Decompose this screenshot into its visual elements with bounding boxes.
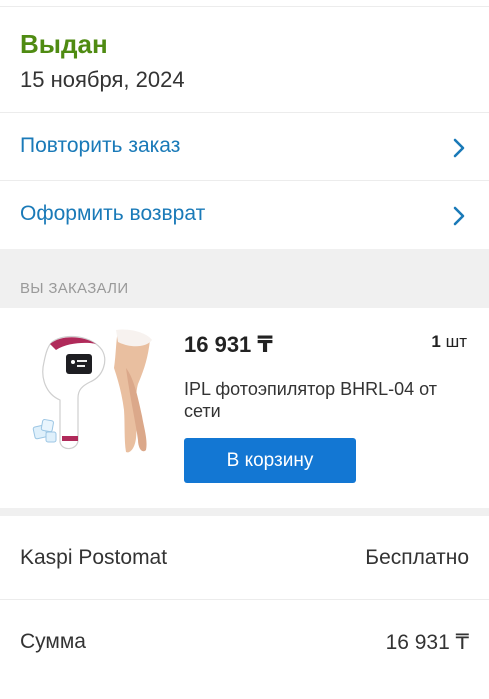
repeat-order-button[interactable]: Повторить заказ — [0, 112, 489, 180]
ordered-section-label: ВЫ ЗАКАЗАЛИ — [20, 280, 129, 297]
chevron-right-icon — [453, 138, 465, 158]
order-status: Выдан 15 ноября, 2024 — [0, 7, 489, 112]
quantity-unit: шт — [445, 332, 467, 351]
return-order-button[interactable]: Оформить возврат — [0, 180, 489, 248]
add-to-cart-button[interactable]: В корзину — [184, 438, 356, 483]
product-price: 16 931 ₸ — [184, 332, 273, 357]
delivery-label: Kaspi Postomat — [20, 546, 168, 569]
delivery-value: Бесплатно — [365, 546, 469, 569]
total-value: 16 931 ₸ — [385, 631, 469, 654]
section-separator — [0, 508, 489, 516]
repeat-order-label: Повторить заказ — [20, 134, 181, 157]
total-label: Сумма — [20, 630, 86, 653]
product-image[interactable] — [26, 328, 154, 460]
order-status-title: Выдан — [20, 29, 108, 59]
return-order-label: Оформить возврат — [20, 202, 206, 225]
quantity-value: 1 — [431, 332, 441, 351]
order-date: 15 ноября, 2024 — [20, 67, 185, 92]
product-quantity: 1 шт — [431, 332, 467, 352]
delivery-row: Kaspi Postomat Бесплатно — [0, 516, 489, 600]
ordered-section-header: ВЫ ЗАКАЗАЛИ — [0, 249, 489, 308]
product-card: 16 931 ₸ 1 шт IPL фотоэпилятор BHRL-04 о… — [0, 308, 489, 508]
product-title[interactable]: IPL фотоэпилятор BHRL-04 от сети — [184, 378, 464, 422]
chevron-right-icon — [453, 206, 465, 226]
total-row: Сумма 16 931 ₸ — [0, 600, 489, 684]
